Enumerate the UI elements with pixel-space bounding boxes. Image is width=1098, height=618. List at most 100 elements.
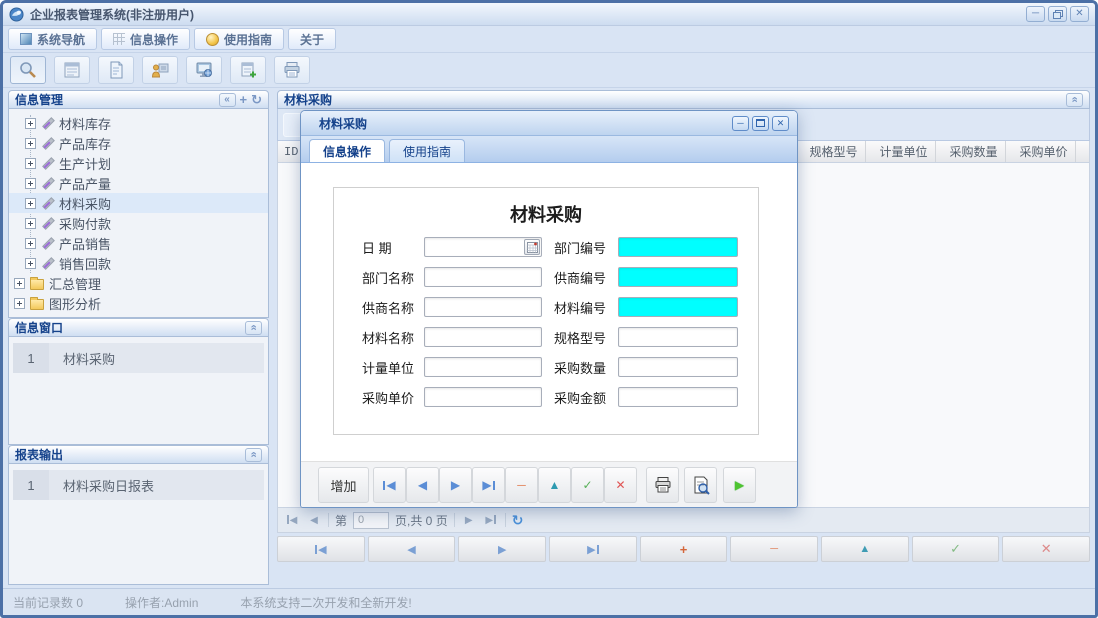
menu-info-operation[interactable]: 信息操作 [101, 28, 190, 50]
record-first-button[interactable]: ◀ [277, 536, 365, 562]
unit-price-field[interactable] [424, 387, 542, 407]
dlg-run-button[interactable]: ▶ [723, 467, 756, 503]
spec-field[interactable] [618, 327, 738, 347]
minimize-button[interactable]: ─ [1026, 6, 1045, 22]
menu-about[interactable]: 关于 [288, 28, 336, 50]
expand-icon[interactable] [14, 278, 25, 289]
info-window-row[interactable]: 1 材料采购 [13, 343, 264, 373]
print-button[interactable] [274, 56, 310, 84]
expand-icon[interactable] [25, 218, 36, 229]
expand-icon[interactable] [25, 178, 36, 189]
monitor-button[interactable] [186, 56, 222, 84]
dlg-first-button[interactable]: ◀ [373, 467, 406, 503]
record-add-button[interactable]: + [640, 536, 728, 562]
unit-field[interactable] [424, 357, 542, 377]
add-table-button[interactable] [230, 56, 266, 84]
close-button[interactable]: ✕ [1070, 6, 1089, 22]
expand-icon[interactable] [14, 298, 25, 309]
expand-icon[interactable] [25, 258, 36, 269]
dialog-tabbar: 信息操作 使用指南 [301, 136, 797, 163]
supplier-code-field[interactable] [618, 267, 738, 287]
column-unit[interactable]: 计量单位 [865, 141, 935, 163]
report-output-row[interactable]: 1 材料采购日报表 [13, 470, 264, 500]
collapse-left-button[interactable]: « [219, 93, 236, 107]
dialog-header[interactable]: 材料采购 ─ ✕ [301, 111, 797, 136]
dialog-close-button[interactable]: ✕ [772, 116, 789, 131]
document-button[interactable] [98, 56, 134, 84]
record-delete-button[interactable]: ─ [730, 536, 818, 562]
tree-item-summary-manage[interactable]: 汇总管理 [9, 273, 268, 293]
dlg-print-button[interactable] [646, 467, 679, 503]
folder-icon [30, 279, 44, 290]
expand-icon[interactable] [25, 158, 36, 169]
minus-icon: ─ [770, 543, 778, 555]
dlg-preview-button[interactable] [684, 467, 717, 503]
unit-price-label: 采购单价 [362, 388, 424, 407]
record-last-button[interactable]: ▶ [549, 536, 637, 562]
page-first-button[interactable]: ◀ [284, 515, 300, 526]
collapse-panel-button[interactable]: « [245, 321, 262, 335]
tree-item-sales-collection[interactable]: 销售回款 [9, 253, 268, 273]
dlg-confirm-button[interactable]: ✓ [571, 467, 604, 503]
record-next-button[interactable]: ▶ [458, 536, 546, 562]
refresh-tree-button[interactable]: ↻ [251, 93, 262, 106]
pages-total-label: 页,共 0 页 [395, 512, 448, 529]
dlg-next-button[interactable]: ▶ [439, 467, 472, 503]
record-prev-button[interactable]: ◀ [368, 536, 456, 562]
dept-code-field[interactable] [618, 237, 738, 257]
menu-user-guide[interactable]: 使用指南 [194, 28, 284, 50]
material-code-field[interactable] [618, 297, 738, 317]
calendar-button[interactable] [524, 239, 540, 255]
tree-item-material-stock[interactable]: 材料库存 [9, 113, 268, 133]
collapse-main-button[interactable]: « [1066, 93, 1083, 107]
dlg-prev-button[interactable]: ◀ [406, 467, 439, 503]
refresh-grid-button[interactable]: ↻ [512, 512, 524, 529]
page-prev-button[interactable]: ◀ [306, 515, 322, 526]
page-last-button[interactable]: ▶ [483, 515, 499, 526]
collapse-panel-button[interactable]: « [245, 448, 262, 462]
tree-item-material-purchase[interactable]: 材料采购 [9, 193, 268, 213]
restore-button[interactable] [1048, 6, 1067, 22]
menu-system-navigation[interactable]: 系统导航 [8, 28, 97, 50]
tree-item-product-stock[interactable]: 产品库存 [9, 133, 268, 153]
add-record-button[interactable]: 增加 [318, 467, 369, 503]
dlg-last-button[interactable]: ▶ [472, 467, 505, 503]
add-panel-button[interactable]: + [240, 93, 248, 106]
dialog-tab-user-guide[interactable]: 使用指南 [389, 139, 465, 162]
user-chart-button[interactable] [142, 56, 178, 84]
dlg-edit-button[interactable]: ▲ [538, 467, 571, 503]
page-next-button[interactable]: ▶ [461, 515, 477, 526]
dialog-body: 材料采购 日 期 部门编号 [301, 164, 797, 461]
amount-field[interactable] [618, 387, 738, 407]
expand-icon[interactable] [25, 238, 36, 249]
column-spec[interactable]: 规格型号 [795, 141, 865, 163]
dialog-tab-info-operation[interactable]: 信息操作 [309, 139, 385, 162]
dialog-minimize-button[interactable]: ─ [732, 116, 749, 131]
page-number-input[interactable] [353, 512, 389, 529]
dept-name-field[interactable] [424, 267, 542, 287]
expand-icon[interactable] [25, 198, 36, 209]
material-name-field[interactable] [424, 327, 542, 347]
tree-item-production-plan[interactable]: 生产计划 [9, 153, 268, 173]
report-icon [62, 60, 82, 80]
tree-item-product-output[interactable]: 产品产量 [9, 173, 268, 193]
quantity-field[interactable] [618, 357, 738, 377]
report-button[interactable] [54, 56, 90, 84]
report-node-icon [41, 197, 54, 210]
column-amount[interactable]: 采购金额 [1075, 141, 1090, 163]
tree-item-purchase-payment[interactable]: 采购付款 [9, 213, 268, 233]
column-unit-price[interactable]: 采购单价 [1005, 141, 1075, 163]
search-button[interactable] [10, 56, 46, 84]
record-cancel-button[interactable]: ✕ [1002, 536, 1090, 562]
column-quantity[interactable]: 采购数量 [935, 141, 1005, 163]
supplier-name-field[interactable] [424, 297, 542, 317]
tree-item-product-sales[interactable]: 产品销售 [9, 233, 268, 253]
expand-icon[interactable] [25, 118, 36, 129]
dlg-delete-button[interactable]: ─ [505, 467, 538, 503]
record-confirm-button[interactable]: ✓ [912, 536, 1000, 562]
dialog-maximize-button[interactable] [752, 116, 769, 131]
expand-icon[interactable] [25, 138, 36, 149]
dlg-cancel-button[interactable]: ✕ [604, 467, 637, 503]
record-edit-button[interactable]: ▲ [821, 536, 909, 562]
tree-item-graph-analysis[interactable]: 图形分析 [9, 293, 268, 313]
